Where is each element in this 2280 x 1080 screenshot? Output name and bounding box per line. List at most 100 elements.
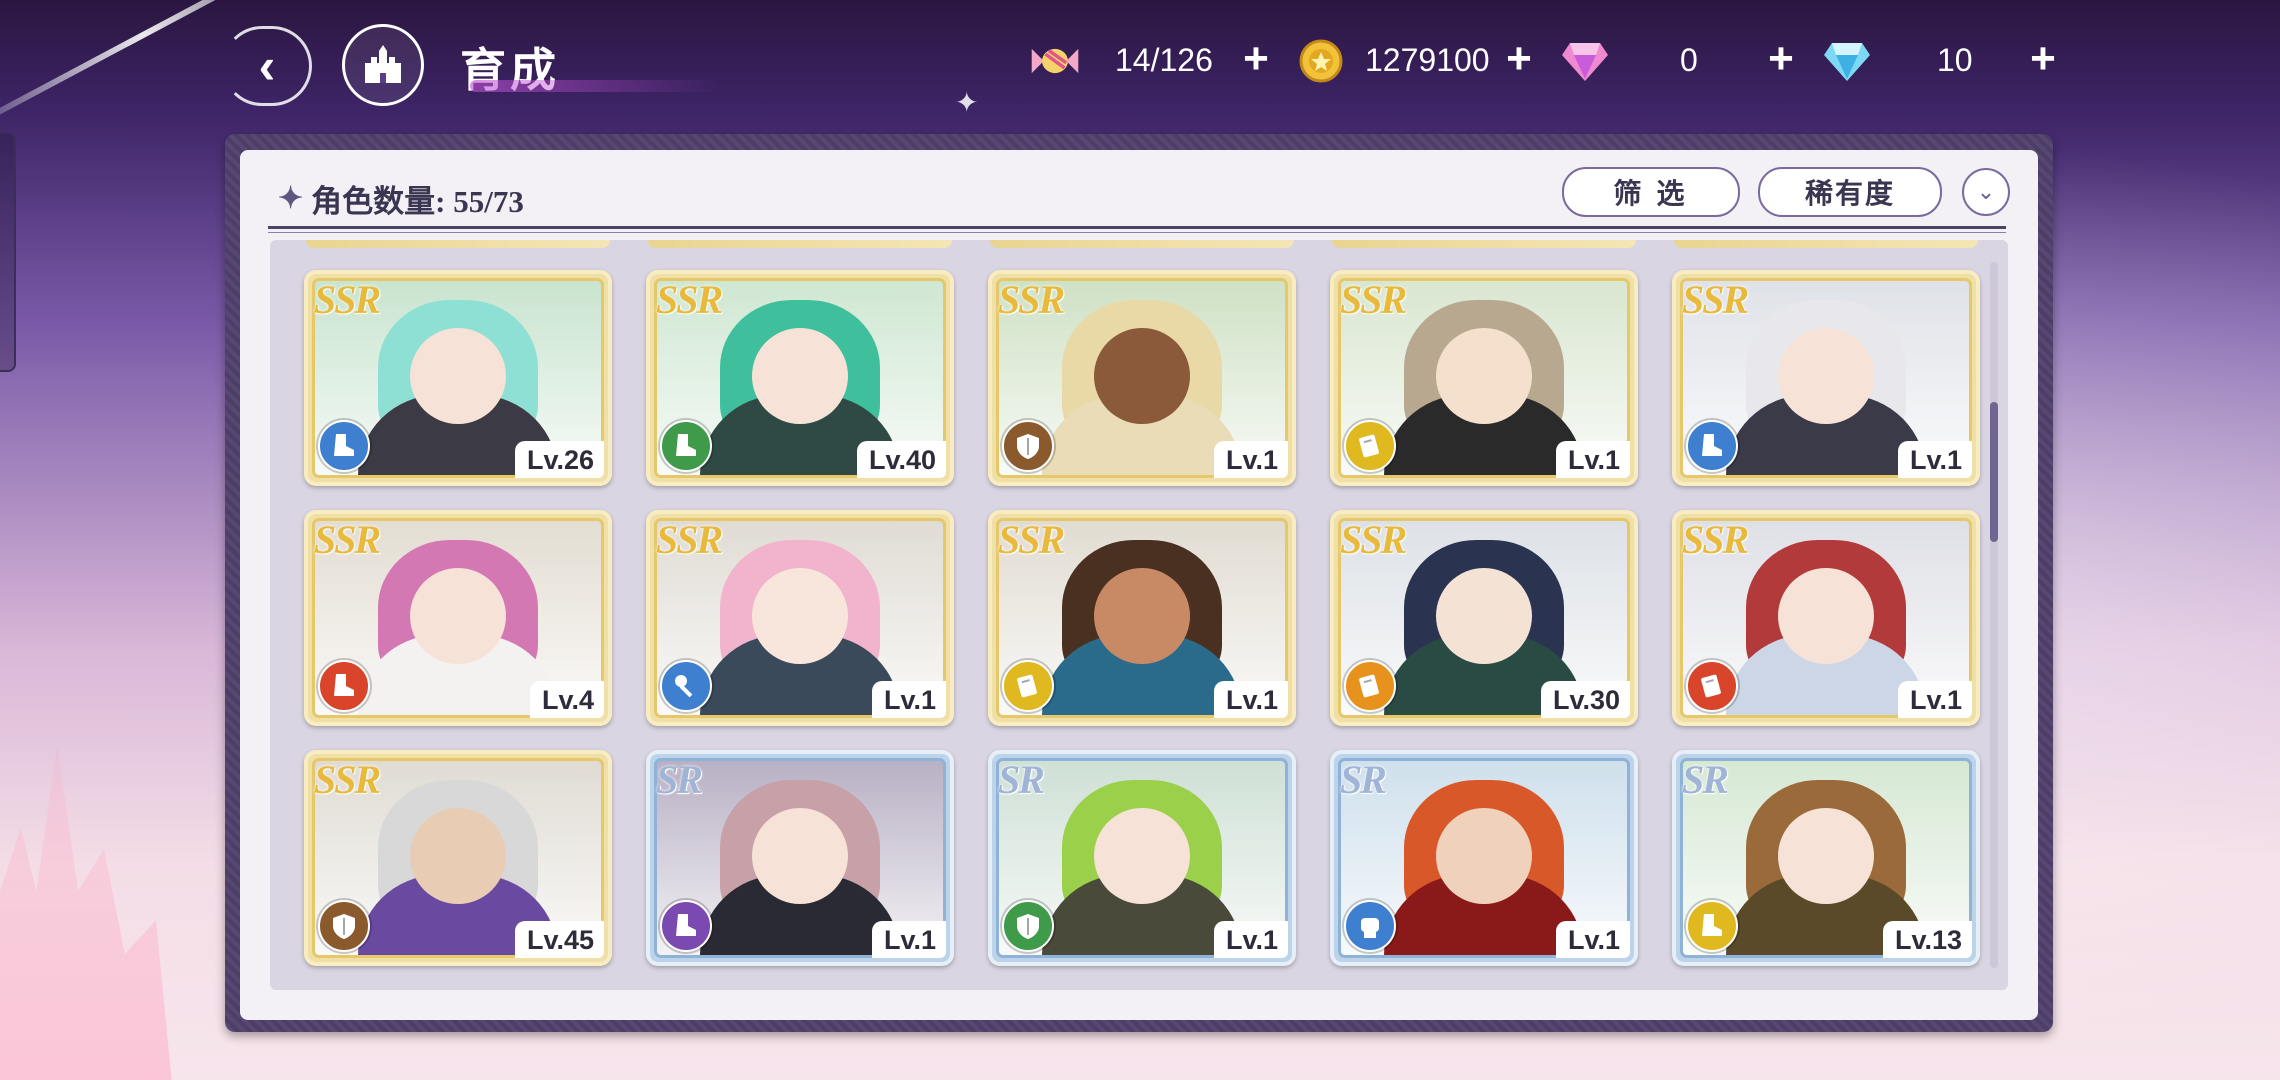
character-face xyxy=(752,567,848,664)
add-gold-button[interactable]: + xyxy=(1497,37,1541,82)
character-grid[interactable]: SSR Lv.26 SSR Lv.40 SSR Lv.1 SSR Lv.1 SSR Lv.1 SSR… xyxy=(270,240,2008,990)
previous-row-card-edge xyxy=(648,240,952,248)
character-face xyxy=(410,327,506,424)
sparkle-icon: ✦ xyxy=(278,182,304,215)
rarity-badge: SR xyxy=(998,757,1045,802)
add-paid-gem-button[interactable]: + xyxy=(1759,37,1803,82)
yellow-book-icon xyxy=(1002,660,1054,712)
character-face xyxy=(410,567,506,664)
yellow-boot-icon xyxy=(1686,900,1738,952)
blue-fist-icon xyxy=(1344,900,1396,952)
rarity-badge: SSR xyxy=(998,277,1065,322)
previous-row-card-edge xyxy=(990,240,1294,248)
character-face xyxy=(1094,567,1190,664)
pink-diamond-icon xyxy=(1560,36,1610,86)
level-label: Lv.30 xyxy=(1540,681,1630,718)
rarity-badge: SR xyxy=(656,757,703,802)
level-label: Lv.40 xyxy=(856,441,946,478)
purple-boot-icon xyxy=(660,900,712,952)
character-face xyxy=(1436,567,1532,664)
character-face xyxy=(410,807,506,904)
brown-shield-icon xyxy=(1002,420,1054,472)
character-face xyxy=(1778,807,1874,904)
character-card[interactable]: SSR Lv.1 xyxy=(988,510,1296,726)
character-face xyxy=(1778,567,1874,664)
blue-key-icon xyxy=(660,660,712,712)
character-face xyxy=(1436,327,1532,424)
divider xyxy=(268,226,2006,229)
level-label: Lv.45 xyxy=(514,921,604,958)
character-card[interactable]: SSR Lv.1 xyxy=(1672,510,1980,726)
character-card[interactable]: SSR Lv.30 xyxy=(1330,510,1638,726)
character-card[interactable]: SSR Lv.1 xyxy=(1672,270,1980,486)
rarity-badge: SSR xyxy=(998,517,1065,562)
back-button[interactable]: ‹ xyxy=(222,26,312,106)
character-face xyxy=(752,807,848,904)
character-count: ✦ 角色数量: 55/73 xyxy=(278,176,524,221)
rarity-badge: SSR xyxy=(314,277,381,322)
stamina-value: 14/126 xyxy=(1115,41,1213,78)
character-card[interactable]: SSR Lv.26 xyxy=(304,270,612,486)
character-face xyxy=(1436,807,1532,904)
character-face xyxy=(1778,327,1874,424)
level-label: Lv.1 xyxy=(1897,441,1972,478)
previous-row-card-edge xyxy=(306,240,610,248)
character-face xyxy=(1094,807,1190,904)
rarity-badge: SSR xyxy=(314,757,381,802)
previous-row-card-edge xyxy=(1674,240,1978,248)
brown-shield-icon xyxy=(318,900,370,952)
rarity-badge: SSR xyxy=(314,517,381,562)
green-shield-icon xyxy=(1002,900,1054,952)
orange-book-icon xyxy=(1344,660,1396,712)
level-label: Lv.1 xyxy=(1897,681,1972,718)
level-label: Lv.1 xyxy=(1213,441,1288,478)
character-card[interactable]: SSR Lv.40 xyxy=(646,270,954,486)
rarity-badge: SSR xyxy=(1340,277,1407,322)
level-label: Lv.13 xyxy=(1882,921,1972,958)
coin-icon xyxy=(1296,36,1346,86)
castle-icon xyxy=(365,45,401,83)
back-arrow-icon: ‹ xyxy=(258,38,276,94)
character-face xyxy=(752,327,848,424)
character-card[interactable]: SSR Lv.1 xyxy=(1330,270,1638,486)
candy-icon xyxy=(1030,36,1080,86)
blue-boot-icon xyxy=(318,420,370,472)
scrollbar-thumb[interactable] xyxy=(1990,402,1998,542)
character-card[interactable]: SR Lv.13 xyxy=(1672,750,1980,966)
sort-rarity-button[interactable]: 稀有度 xyxy=(1758,167,1942,217)
level-label: Lv.1 xyxy=(871,921,946,958)
add-stamina-button[interactable]: + xyxy=(1234,37,1278,82)
background-castle xyxy=(0,744,172,1080)
character-card[interactable]: SSR Lv.1 xyxy=(646,510,954,726)
home-button[interactable] xyxy=(342,24,424,106)
level-label: Lv.1 xyxy=(1555,441,1630,478)
green-boot-icon xyxy=(660,420,712,472)
character-card[interactable]: SSR Lv.45 xyxy=(304,750,612,966)
level-label: Lv.1 xyxy=(871,681,946,718)
level-label: Lv.1 xyxy=(1213,681,1288,718)
divider xyxy=(268,232,2006,233)
sort-order-button[interactable]: ⌄ xyxy=(1962,168,2010,216)
level-label: Lv.1 xyxy=(1213,921,1288,958)
rarity-badge: SSR xyxy=(656,277,723,322)
level-label: Lv.4 xyxy=(529,681,604,718)
title-decoration xyxy=(470,80,720,92)
yellow-book-icon xyxy=(1344,420,1396,472)
free-gem-value: 10 xyxy=(1937,41,1973,78)
filter-button[interactable]: 筛 选 xyxy=(1562,167,1740,217)
level-label: Lv.26 xyxy=(514,441,604,478)
paid-gem-value: 0 xyxy=(1680,41,1698,78)
scrollbar[interactable] xyxy=(1990,262,1998,968)
gold-value: 1279100 xyxy=(1365,41,1490,78)
character-face xyxy=(1094,327,1190,424)
blue-boot-icon xyxy=(1686,420,1738,472)
character-card[interactable]: SSR Lv.1 xyxy=(988,270,1296,486)
previous-row-card-edge xyxy=(1332,240,1636,248)
character-card[interactable]: SR Lv.1 xyxy=(988,750,1296,966)
rarity-badge: SSR xyxy=(1340,517,1407,562)
character-card[interactable]: SR Lv.1 xyxy=(646,750,954,966)
side-drawer-tab[interactable] xyxy=(0,132,16,372)
character-card[interactable]: SSR Lv.4 xyxy=(304,510,612,726)
add-free-gem-button[interactable]: + xyxy=(2021,37,2065,82)
character-card[interactable]: SR Lv.1 xyxy=(1330,750,1638,966)
